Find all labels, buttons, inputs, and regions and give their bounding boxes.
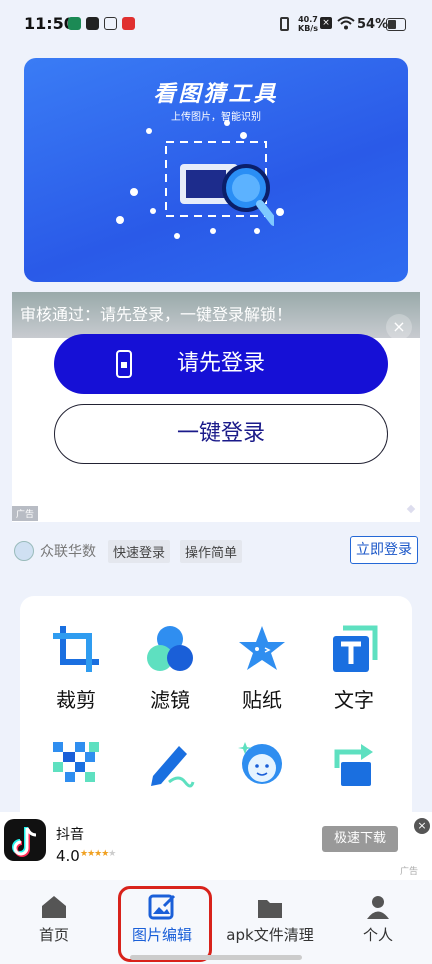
face-icon <box>238 742 282 784</box>
net-speed-unit: KB/s <box>298 24 318 33</box>
filter-icon <box>147 626 193 671</box>
rating-stars-icon: ★★★★★ <box>80 849 116 859</box>
ad-app-rating: 4.0 <box>56 847 80 865</box>
tool-label: 滤镜 <box>150 688 190 712</box>
one-click-login-button[interactable]: 一键登录 <box>54 404 388 464</box>
tool-face[interactable] <box>222 738 302 792</box>
sticker-icon <box>239 626 285 670</box>
person-icon <box>367 896 389 919</box>
download-button[interactable]: 极速下载 <box>322 826 398 852</box>
close-icon[interactable]: × <box>414 818 430 834</box>
gesture-bar <box>130 955 302 960</box>
nav-label: apk文件清理 <box>226 926 314 944</box>
tool-rotate[interactable] <box>314 738 394 792</box>
sponsor-logo-icon <box>14 541 34 561</box>
status-bar: 11:50 40.7 KB/s × 54% <box>0 0 432 50</box>
tool-label: 贴纸 <box>242 688 282 712</box>
link-notification-icon <box>86 17 99 30</box>
ad-tag: 广告 <box>400 867 419 877</box>
sponsor-tag: 快速登录 <box>108 540 171 563</box>
pen-icon <box>151 746 195 788</box>
sponsor-tag: 操作简单 <box>180 540 243 563</box>
crop-icon <box>53 626 99 672</box>
sponsor-row: 众联华数 快速登录 操作简单 立即登录 <box>12 536 420 566</box>
tool-crop[interactable]: 裁剪 <box>36 624 116 713</box>
feature-banner[interactable]: 看图猜工具 上传图片，智能识别 <box>24 58 408 282</box>
ad-tag: 广告 <box>12 506 39 521</box>
nav-label: 个人 <box>362 926 393 944</box>
net-speed-value: 40.7 <box>298 15 318 24</box>
tool-label: 裁剪 <box>56 688 96 712</box>
app-notification-icon <box>68 17 81 30</box>
tool-filter[interactable]: 滤镜 <box>130 624 210 713</box>
nav-item-apk-clean[interactable]: apk文件清理 <box>222 894 318 945</box>
mosaic-icon <box>53 742 99 782</box>
douyin-logo-icon <box>4 819 46 861</box>
banner-subtitle: 上传图片，智能识别 <box>171 112 261 123</box>
home-icon <box>42 896 66 918</box>
image-search-icon <box>165 141 274 226</box>
active-tab-highlight <box>118 886 212 962</box>
vibrate-icon <box>280 17 289 31</box>
rotate-icon <box>334 744 373 786</box>
red-notification-icon <box>122 17 135 30</box>
tool-label: 文字 <box>334 688 374 712</box>
ad-headline: 审核通过：请先登录，一键登录解锁！ <box>12 292 420 338</box>
ad-corner-icon <box>406 504 416 514</box>
tool-text[interactable]: 文字 <box>314 624 394 713</box>
bottom-nav: 首页 图片编辑 apk文件清理 个人 <box>0 880 432 964</box>
login-button[interactable]: 请先登录 <box>54 334 388 394</box>
battery-percent: 54% <box>357 17 389 32</box>
folder-icon <box>258 900 282 918</box>
text-icon <box>333 625 378 672</box>
nav-item-profile[interactable]: 个人 <box>358 894 398 945</box>
ad-close-button[interactable]: × <box>386 314 412 340</box>
login-ad: 审核通过：请先登录，一键登录解锁！ 请先登录 一键登录 × 广告 <box>12 292 420 522</box>
banner-title: 看图猜工具 <box>153 82 279 107</box>
login-now-button[interactable]: 立即登录 <box>350 536 418 564</box>
no-sim-icon: × <box>320 17 332 29</box>
tool-mosaic[interactable] <box>36 738 116 792</box>
login-button-label: 请先登录 <box>176 351 265 376</box>
battery-icon <box>386 18 406 31</box>
tool-draw[interactable] <box>130 738 210 792</box>
tool-sticker[interactable]: 贴纸 <box>222 624 302 713</box>
phone-lock-icon <box>116 350 132 378</box>
ad-app-name: 抖音 <box>56 827 84 843</box>
wifi-icon <box>337 16 355 30</box>
sponsor-name: 众联华数 <box>40 544 96 560</box>
nav-label: 首页 <box>38 926 69 944</box>
douyin-ad[interactable]: 抖音 4.0 ★★★★★ 极速下载 × 广告 <box>0 812 432 882</box>
nav-item-home[interactable]: 首页 <box>34 894 74 945</box>
square-notification-icon <box>104 17 117 30</box>
